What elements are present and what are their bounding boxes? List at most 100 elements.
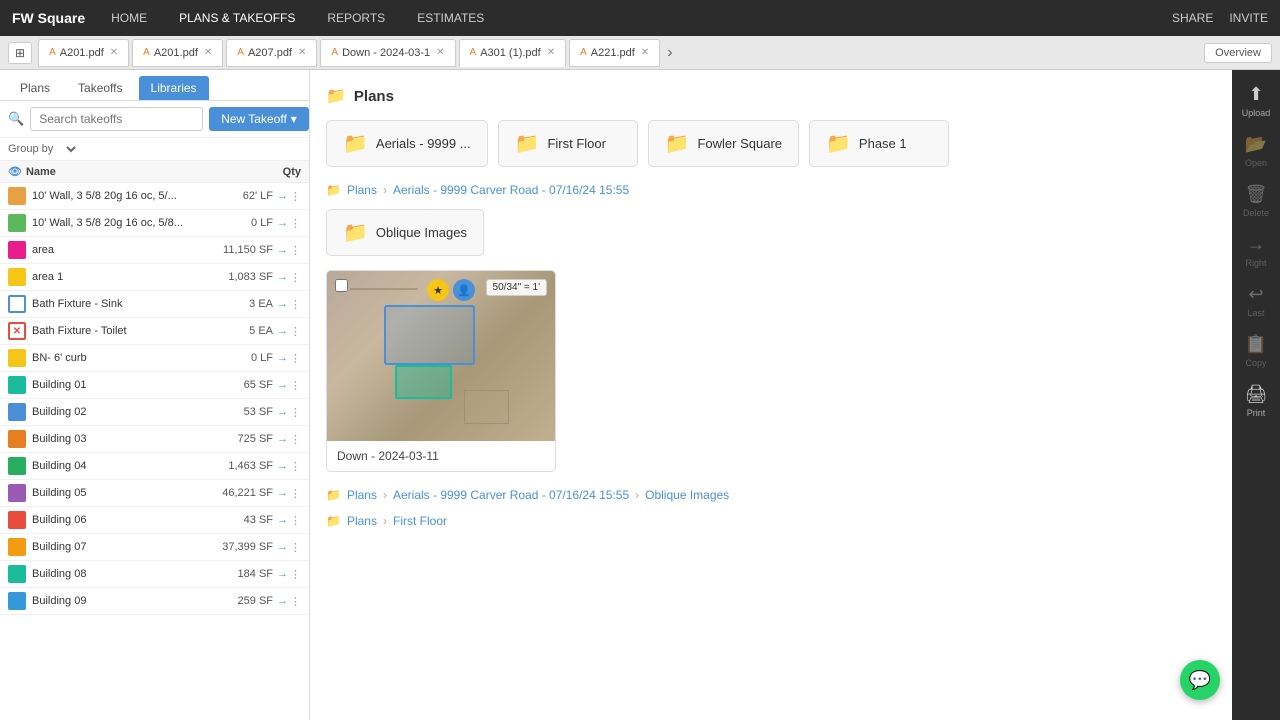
plans-header: Plans: [354, 88, 394, 105]
breadcrumb-plans-link-3[interactable]: Plans: [347, 514, 377, 528]
list-item[interactable]: Building 01 65 SF → ⋮: [0, 372, 309, 399]
close-tab-3[interactable]: ✕: [298, 47, 306, 58]
item-more-icon-4[interactable]: ⋮: [290, 271, 301, 284]
open-button[interactable]: 📂 Open: [1234, 128, 1278, 174]
chat-button[interactable]: 💬: [1180, 660, 1220, 700]
item-more-icon-16[interactable]: ⋮: [290, 595, 301, 608]
item-more-icon-8[interactable]: ⋮: [290, 379, 301, 392]
item-more-icon-12[interactable]: ⋮: [290, 487, 301, 500]
plan-user-button[interactable]: 👤: [453, 279, 475, 301]
sidebar-tab-takeoffs[interactable]: Takeoffs: [66, 76, 134, 100]
breadcrumb-aerials-link[interactable]: Aerials - 9999 Carver Road - 07/16/24 15…: [393, 183, 629, 197]
plan-checkbox[interactable]: [335, 279, 348, 295]
breadcrumb-plans-link-1[interactable]: Plans: [347, 183, 377, 197]
list-item[interactable]: Building 03 725 SF → ⋮: [0, 426, 309, 453]
tab-down[interactable]: A Down - 2024-03-1 ✕: [320, 39, 455, 67]
close-tab-2[interactable]: ✕: [204, 47, 212, 58]
tab-a201-2[interactable]: A A201.pdf ✕: [132, 39, 223, 67]
list-item[interactable]: area 1 1,083 SF → ⋮: [0, 264, 309, 291]
new-takeoff-button[interactable]: New Takeoff ▾: [209, 107, 309, 131]
item-more-icon-1[interactable]: ⋮: [290, 190, 301, 203]
list-item[interactable]: ✕ Bath Fixture - Toilet 5 EA → ⋮: [0, 318, 309, 345]
last-button[interactable]: ↩ Last: [1234, 278, 1278, 324]
item-name-9: Building 02: [32, 406, 218, 418]
tab-a207[interactable]: A A207.pdf ✕: [226, 39, 317, 67]
item-more-icon-7[interactable]: ⋮: [290, 352, 301, 365]
item-more-icon-11[interactable]: ⋮: [290, 460, 301, 473]
list-item[interactable]: area 11,150 SF → ⋮: [0, 237, 309, 264]
item-icon-10: [8, 430, 26, 448]
item-more-icon-6[interactable]: ⋮: [290, 325, 301, 338]
item-name-2: 10' Wall, 3 5/8 20g 16 oc, 5/8...: [32, 217, 218, 229]
list-item[interactable]: 10' Wall, 3 5/8 20g 16 oc, 5/... 62' LF …: [0, 183, 309, 210]
tab-a301[interactable]: A A301 (1).pdf ✕: [459, 39, 567, 67]
print-button[interactable]: 🖨 Print: [1234, 378, 1278, 424]
list-item[interactable]: Building 02 53 SF → ⋮: [0, 399, 309, 426]
list-item[interactable]: Building 08 184 SF → ⋮: [0, 561, 309, 588]
folder-name-oblique: Oblique Images: [376, 225, 467, 240]
item-arrow-icon-10: →: [277, 433, 288, 445]
share-button[interactable]: SHARE: [1172, 11, 1213, 25]
sidebar-tab-plans[interactable]: Plans: [8, 76, 62, 100]
nav-home[interactable]: HOME: [105, 7, 153, 29]
plan-select-checkbox[interactable]: [335, 279, 348, 292]
list-item[interactable]: Building 04 1,463 SF → ⋮: [0, 453, 309, 480]
breadcrumb-first-floor-link[interactable]: First Floor: [393, 514, 447, 528]
groupby-select[interactable]: [59, 142, 79, 156]
folder-aerials[interactable]: 📁 Aerials - 9999 ...: [326, 120, 488, 167]
overview-dropdown[interactable]: Overview: [1204, 43, 1272, 63]
breadcrumb-plans-link-2[interactable]: Plans: [347, 488, 377, 502]
close-tab-4[interactable]: ✕: [436, 47, 444, 58]
list-item[interactable]: BN- 6' curb 0 LF → ⋮: [0, 345, 309, 372]
nav-estimates[interactable]: ESTIMATES: [411, 7, 490, 29]
nav-plans-takeoffs[interactable]: PLANS & TAKEOFFS: [173, 7, 301, 29]
item-arrow-icon-9: →: [277, 406, 288, 418]
folder-oblique-images[interactable]: 📁 Oblique Images: [326, 209, 484, 256]
right-button[interactable]: → Right: [1234, 228, 1278, 274]
list-item[interactable]: Building 07 37,399 SF → ⋮: [0, 534, 309, 561]
list-item[interactable]: 10' Wall, 3 5/8 20g 16 oc, 5/8... 0 LF →…: [0, 210, 309, 237]
invite-button[interactable]: INVITE: [1229, 11, 1268, 25]
upload-button[interactable]: ⬆ Upload: [1234, 78, 1278, 124]
delete-button[interactable]: 🗑 Delete: [1234, 178, 1278, 224]
item-more-icon-5[interactable]: ⋮: [290, 298, 301, 311]
item-arrow-icon-15: →: [277, 568, 288, 580]
plan-card-down[interactable]: 50/34" = 1' ★ 👤 Down - 2024-03-11: [326, 270, 556, 472]
item-more-icon-15[interactable]: ⋮: [290, 568, 301, 581]
list-item[interactable]: Bath Fixture - Sink 3 EA → ⋮: [0, 291, 309, 318]
list-item[interactable]: Building 06 43 SF → ⋮: [0, 507, 309, 534]
tab-a221[interactable]: A A221.pdf ✕: [569, 39, 660, 67]
close-tab-6[interactable]: ✕: [641, 47, 649, 58]
item-more-icon-9[interactable]: ⋮: [290, 406, 301, 419]
item-qty-16: 259 SF: [218, 595, 273, 607]
breadcrumb-oblique-link[interactable]: Oblique Images: [645, 488, 729, 502]
item-name-8: Building 01: [32, 379, 218, 391]
search-input[interactable]: [30, 107, 203, 131]
tab-icon-2: A: [143, 47, 150, 58]
more-tabs-button[interactable]: ›: [667, 44, 672, 62]
plan-star-button[interactable]: ★: [427, 279, 449, 301]
close-tab-5[interactable]: ✕: [547, 47, 555, 58]
folder-first-floor[interactable]: 📁 First Floor: [498, 120, 638, 167]
item-more-icon-3[interactable]: ⋮: [290, 244, 301, 257]
folder-fowler-square[interactable]: 📁 Fowler Square: [648, 120, 799, 167]
list-item[interactable]: Building 09 259 SF → ⋮: [0, 588, 309, 615]
list-item[interactable]: Building 05 46,221 SF → ⋮: [0, 480, 309, 507]
folder-phase1[interactable]: 📁 Phase 1: [809, 120, 949, 167]
breadcrumb-aerials-link-2[interactable]: Aerials - 9999 Carver Road - 07/16/24 15…: [393, 488, 629, 502]
item-arrow-icon-14: →: [277, 541, 288, 553]
item-name-1: 10' Wall, 3 5/8 20g 16 oc, 5/...: [32, 190, 218, 202]
grid-view-button[interactable]: ⊞: [8, 42, 32, 64]
tab-a201-1[interactable]: A A201.pdf ✕: [38, 39, 129, 67]
nav-reports[interactable]: REPORTS: [321, 7, 391, 29]
main-content: 📁 Plans 📁 Aerials - 9999 ... 📁 First Flo…: [310, 70, 1232, 720]
copy-button[interactable]: 📋 Copy: [1234, 328, 1278, 374]
close-tab-1[interactable]: ✕: [110, 47, 118, 58]
item-more-icon-2[interactable]: ⋮: [290, 217, 301, 230]
item-qty-10: 725 SF: [218, 433, 273, 445]
sidebar-tab-libraries[interactable]: Libraries: [139, 76, 209, 100]
item-more-icon-13[interactable]: ⋮: [290, 514, 301, 527]
item-more-icon-14[interactable]: ⋮: [290, 541, 301, 554]
item-more-icon-10[interactable]: ⋮: [290, 433, 301, 446]
item-name-4: area 1: [32, 271, 218, 283]
